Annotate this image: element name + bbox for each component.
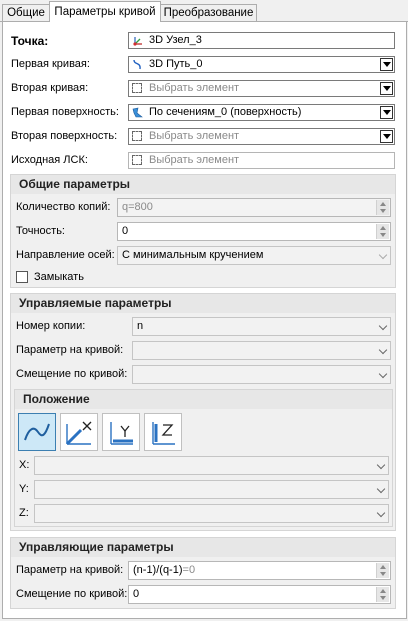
copy-number-select[interactable]: n (132, 317, 391, 336)
precision-input[interactable]: 0 (117, 222, 391, 241)
control-offset-value: 0 (133, 588, 140, 600)
precision-label: Точность: (16, 225, 65, 237)
copy-number-label: Номер копии: (16, 320, 86, 332)
node-3d-icon (133, 37, 142, 46)
close-checkbox[interactable] (16, 271, 28, 283)
z-select[interactable] (34, 504, 389, 523)
managed-parameters-title: Управляемые параметры (11, 294, 395, 313)
tab-curve-parameters[interactable]: Параметры кривой (49, 1, 161, 22)
point-field[interactable]: 3D Узел_3 (128, 32, 395, 49)
axis-direction-label: Направление осей: (16, 249, 115, 261)
tab-general[interactable]: Общие (2, 4, 50, 21)
control-offset-label: Смещение по кривой: (16, 588, 128, 600)
source-lcs-label: Исходная ЛСК: (11, 154, 88, 166)
second-curve-label: Вторая кривая: (11, 82, 89, 94)
chevron-down-icon[interactable] (380, 58, 393, 71)
chevron-down-icon (376, 484, 386, 494)
axis-z-icon (152, 422, 175, 445)
control-param-input[interactable]: (n-1)/(q-1)=0 (128, 561, 391, 580)
select-element-icon (132, 155, 142, 165)
second-surface-label: Вторая поверхность: (11, 130, 118, 142)
curve-mode-button[interactable] (18, 413, 56, 451)
tab-bar: Общие Параметры кривой Преобразование (0, 0, 408, 22)
select-element-icon (132, 83, 142, 93)
z-label: Z: (19, 507, 29, 519)
path-3d-icon (133, 59, 141, 70)
control-offset-input[interactable]: 0 (128, 585, 391, 604)
position-title: Положение (15, 390, 392, 409)
managed-param-select[interactable] (132, 341, 391, 360)
copies-input[interactable]: q=800 (117, 198, 391, 217)
managed-param-label: Параметр на кривой: (16, 344, 124, 356)
x-label: X: (19, 459, 30, 471)
select-element-icon (132, 131, 142, 141)
copies-label: Количество копий: (16, 201, 111, 213)
control-param-result: =0 (182, 564, 196, 576)
point-label: Точка: (11, 34, 49, 48)
second-surface-field[interactable]: Выбрать элемент (128, 128, 395, 145)
general-parameters-title: Общие параметры (11, 175, 395, 194)
first-curve-field[interactable]: 3D Путь_0 (128, 56, 395, 73)
axis-z-button[interactable] (144, 413, 182, 451)
chevron-down-icon (378, 369, 388, 379)
second-surface-placeholder: Выбрать элемент (149, 130, 240, 142)
control-param-label: Параметр на кривой: (16, 564, 124, 576)
chevron-down-icon (378, 250, 388, 260)
chevron-down-icon (376, 460, 386, 470)
second-curve-placeholder: Выбрать элемент (149, 82, 240, 94)
control-param-expression: (n-1)/(q-1) (133, 564, 183, 576)
control-offset-spinner[interactable] (376, 587, 389, 602)
tab-transformation[interactable]: Преобразование (160, 4, 257, 21)
first-surface-field[interactable]: По сечениям_0 (поверхность) (128, 104, 395, 121)
precision-value: 0 (122, 225, 129, 237)
x-select[interactable] (34, 456, 389, 475)
axis-y-button[interactable] (102, 413, 140, 451)
axis-y-icon (110, 422, 133, 445)
curve-mode-icon (24, 423, 50, 441)
axis-x-icon (65, 421, 92, 446)
control-parameters-title: Управляющие параметры (11, 538, 395, 557)
axis-direction-select[interactable]: С минимальным кручением (117, 246, 391, 265)
chevron-down-icon[interactable] (380, 106, 393, 119)
managed-offset-select[interactable] (132, 365, 391, 384)
second-curve-field[interactable]: Выбрать элемент (128, 80, 395, 97)
close-label: Замыкать (34, 271, 84, 283)
chevron-down-icon (378, 321, 388, 331)
managed-offset-label: Смещение по кривой: (16, 368, 128, 380)
chevron-down-icon[interactable] (380, 82, 393, 95)
copies-spinner[interactable] (376, 200, 389, 215)
chevron-down-icon (378, 345, 388, 355)
y-label: Y: (19, 483, 29, 495)
first-surface-label: Первая поверхность: (11, 106, 119, 118)
first-surface-value: По сечениям_0 (поверхность) (149, 106, 302, 118)
source-lcs-placeholder: Выбрать элемент (149, 154, 240, 166)
point-value: 3D Узел_3 (149, 34, 202, 46)
loft-surface-icon (132, 107, 143, 118)
axis-direction-value: С минимальным кручением (122, 249, 264, 261)
chevron-down-icon[interactable] (380, 130, 393, 143)
axis-x-button[interactable] (60, 413, 98, 451)
copy-number-value: n (137, 320, 144, 332)
source-lcs-field[interactable]: Выбрать элемент (128, 152, 395, 169)
y-select[interactable] (34, 480, 389, 499)
first-curve-label: Первая кривая: (11, 58, 90, 70)
chevron-down-icon (376, 508, 386, 518)
control-param-spinner[interactable] (376, 563, 389, 578)
precision-spinner[interactable] (376, 224, 389, 239)
first-curve-value: 3D Путь_0 (149, 58, 203, 70)
copies-value: q=800 (122, 201, 153, 213)
